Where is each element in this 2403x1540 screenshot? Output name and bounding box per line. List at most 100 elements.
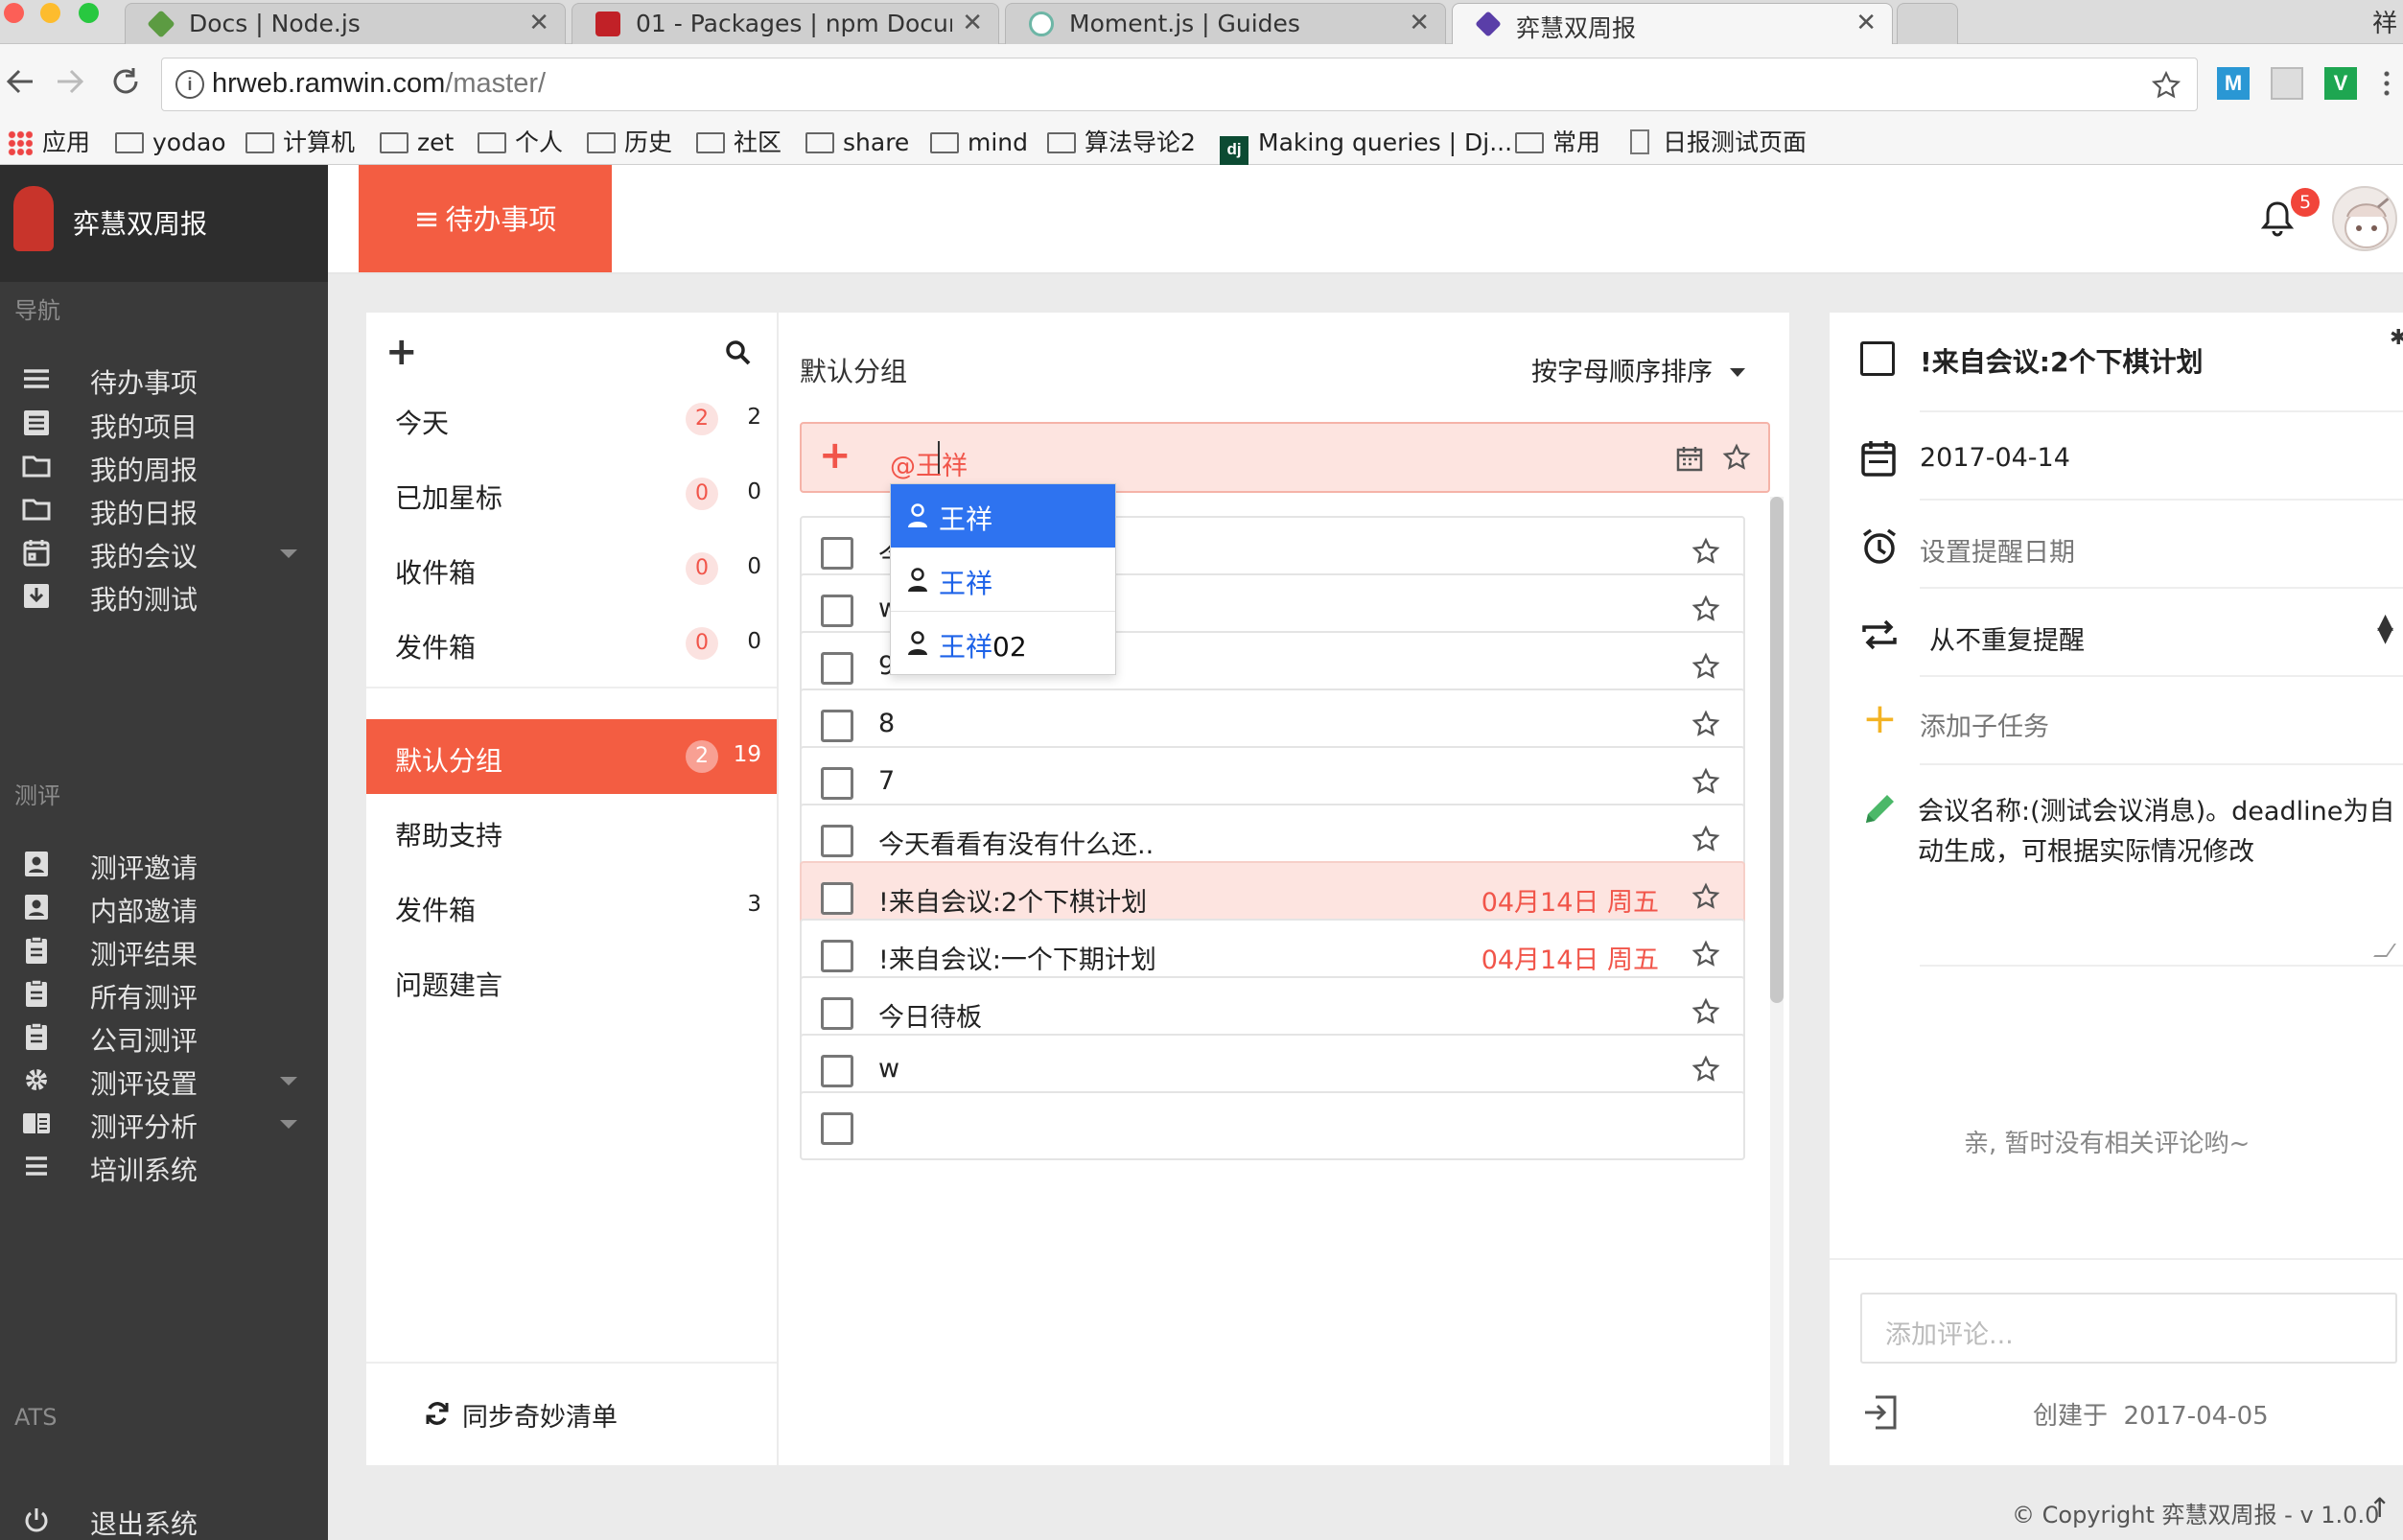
brand-row[interactable]: 弈慧双周报 <box>0 165 328 282</box>
close-window-button[interactable] <box>4 3 24 23</box>
mention-option[interactable]: 王祥 <box>891 548 1115 612</box>
zoom-window-button[interactable] <box>79 3 99 23</box>
task-checkbox[interactable] <box>821 1055 853 1087</box>
star-icon[interactable] <box>1691 652 1720 681</box>
star-icon[interactable] <box>1691 1055 1720 1084</box>
bookmark-daily-test[interactable]: 日报测试页面 <box>1630 127 1807 159</box>
sidebar-item-training[interactable]: 培训系统 <box>0 1138 328 1196</box>
sync-wunderlist-button[interactable]: 同步奇妙清单 <box>426 1396 618 1434</box>
bookmark-personal[interactable]: 个人 <box>478 127 563 159</box>
star-icon[interactable] <box>1691 767 1720 796</box>
bookmark-history[interactable]: 历史 <box>587 127 672 159</box>
add-list-button[interactable]: + <box>385 330 418 374</box>
task-checkbox[interactable] <box>821 997 853 1030</box>
list-item-help[interactable]: 帮助支持 <box>366 794 777 869</box>
bookmark-zet[interactable]: zet <box>380 127 454 159</box>
sidebar-item-tests[interactable]: 我的测试 <box>0 568 328 625</box>
scrollbar-thumb[interactable] <box>1770 497 1784 1003</box>
task-checkbox[interactable] <box>821 767 853 800</box>
info-icon[interactable]: i <box>175 70 204 99</box>
gear-icon[interactable]: ✱ <box>2390 326 2403 350</box>
bookmark-django[interactable]: dj Making queries | Dj... <box>1220 127 1512 165</box>
reload-icon[interactable] <box>109 65 142 98</box>
caret-down-icon <box>1730 368 1745 377</box>
profile-name[interactable]: 祥 <box>2372 4 2397 39</box>
mention-option[interactable]: 王祥02 <box>891 612 1115 675</box>
browser-tab-active[interactable]: 弈慧双周报 ✕ <box>1452 3 1893 45</box>
star-icon[interactable] <box>1722 443 1751 472</box>
star-icon[interactable] <box>1691 882 1720 911</box>
star-icon[interactable] <box>1691 537 1720 566</box>
browser-tab-moment[interactable]: Moment.js | Guides ✕ <box>1005 3 1446 45</box>
task-checkbox[interactable] <box>821 537 853 570</box>
address-bar[interactable]: i hrweb.ramwin.com/master/ <box>161 58 2198 111</box>
list-item-suggestions[interactable]: 问题建言 <box>366 944 777 1018</box>
bookmark-common[interactable]: 常用 <box>1515 127 1600 159</box>
back-to-top-icon[interactable]: ↑ <box>2368 1492 2391 1524</box>
due-date-row[interactable]: 2017-04-14 <box>1860 437 2397 495</box>
bookmark-apps[interactable]: 应用 <box>8 127 90 159</box>
list-item-default-group[interactable]: 默认分组 2 19 <box>366 719 777 794</box>
sidebar-item-logout[interactable]: 退出系统 <box>0 1492 328 1540</box>
star-icon[interactable] <box>1691 710 1720 738</box>
repeat-select[interactable]: 从不重复提醒 ▲ ▼ <box>1860 612 2397 671</box>
add-task-input[interactable]: + @王祥 <box>800 422 1770 493</box>
star-icon[interactable] <box>1691 997 1720 1026</box>
forward-arrow-icon[interactable] <box>54 65 86 98</box>
bookmark-computer[interactable]: 计算机 <box>245 127 355 159</box>
comment-input[interactable]: 添加评论... <box>1860 1293 2397 1364</box>
task-checkbox[interactable] <box>821 882 853 915</box>
add-task-value[interactable]: @王祥 <box>890 445 968 482</box>
star-icon[interactable] <box>1691 825 1720 853</box>
extension-grid-icon[interactable] <box>2271 67 2303 100</box>
task-checkbox[interactable] <box>821 710 853 742</box>
minimize-window-button[interactable] <box>40 3 60 23</box>
tab-title: Docs | Node.js <box>189 10 361 37</box>
new-tab-button[interactable] <box>1897 3 1958 45</box>
close-tab-icon[interactable]: ✕ <box>528 9 549 37</box>
avatar[interactable] <box>2332 186 2397 251</box>
back-arrow-icon[interactable] <box>4 65 36 98</box>
list-item-outbox-group[interactable]: 发件箱 3 <box>366 869 777 944</box>
star-icon[interactable] <box>1691 940 1720 968</box>
task-checkbox[interactable] <box>821 825 853 857</box>
reminder-row[interactable]: 设置提醒日期 <box>1860 525 2397 583</box>
close-tab-icon[interactable]: ✕ <box>1409 9 1430 37</box>
task-checkbox[interactable] <box>821 1112 853 1145</box>
mention-name: 王祥 <box>939 631 993 663</box>
task-checkbox[interactable] <box>821 595 853 627</box>
task-row[interactable] <box>800 1091 1745 1160</box>
task-list-scrollbar[interactable] <box>1770 497 1784 1465</box>
bookmark-yodao[interactable]: yodao <box>115 127 226 159</box>
resize-handle-icon[interactable] <box>2373 944 2396 957</box>
add-subtask-row[interactable]: + 添加子任务 <box>1860 694 2397 758</box>
browser-tab-npm[interactable]: 01 - Packages | npm Documen ✕ <box>572 3 999 45</box>
list-item-inbox[interactable]: 收件箱 0 0 <box>366 531 777 606</box>
header-tab-todo[interactable]: ≡ 待办事项 <box>359 165 612 272</box>
extension-m-icon[interactable]: M <box>2217 67 2250 100</box>
sort-dropdown[interactable]: 按字母顺序排序 <box>1531 351 1745 388</box>
task-checkbox[interactable] <box>821 652 853 685</box>
bookmark-algorithms[interactable]: 算法导论2 <box>1047 127 1196 159</box>
extension-v-icon[interactable]: V <box>2324 67 2357 100</box>
task-checkbox[interactable] <box>821 940 853 972</box>
calendar-icon[interactable] <box>1676 445 1703 472</box>
bookmark-mind[interactable]: mind <box>930 127 1028 159</box>
detail-title[interactable]: !来自会议:2个下棋计划 <box>1920 341 2203 380</box>
browser-menu-icon[interactable] <box>2384 69 2390 98</box>
star-icon[interactable] <box>1691 595 1720 623</box>
list-item-outbox[interactable]: 发件箱 0 0 <box>366 606 777 681</box>
sign-in-icon[interactable] <box>1862 1394 1899 1431</box>
bookmark-community[interactable]: 社区 <box>696 127 782 159</box>
bookmark-share[interactable]: share <box>805 127 909 159</box>
close-tab-icon[interactable]: ✕ <box>962 9 983 37</box>
list-item-today[interactable]: 今天 2 2 <box>366 382 777 456</box>
mention-option[interactable]: 王祥 <box>891 484 1115 548</box>
note-area[interactable]: 会议名称:(测试会议消息)。deadline为自动生成，可根据实际情况修改 <box>1860 786 2397 959</box>
close-tab-icon[interactable]: ✕ <box>1855 9 1877 37</box>
bookmark-star-icon[interactable] <box>2151 70 2181 101</box>
detail-checkbox[interactable] <box>1860 341 1895 376</box>
browser-tab-nodejs[interactable]: Docs | Node.js ✕ <box>125 3 566 45</box>
search-icon[interactable] <box>725 339 752 366</box>
list-item-starred[interactable]: 已加星标 0 0 <box>366 456 777 531</box>
